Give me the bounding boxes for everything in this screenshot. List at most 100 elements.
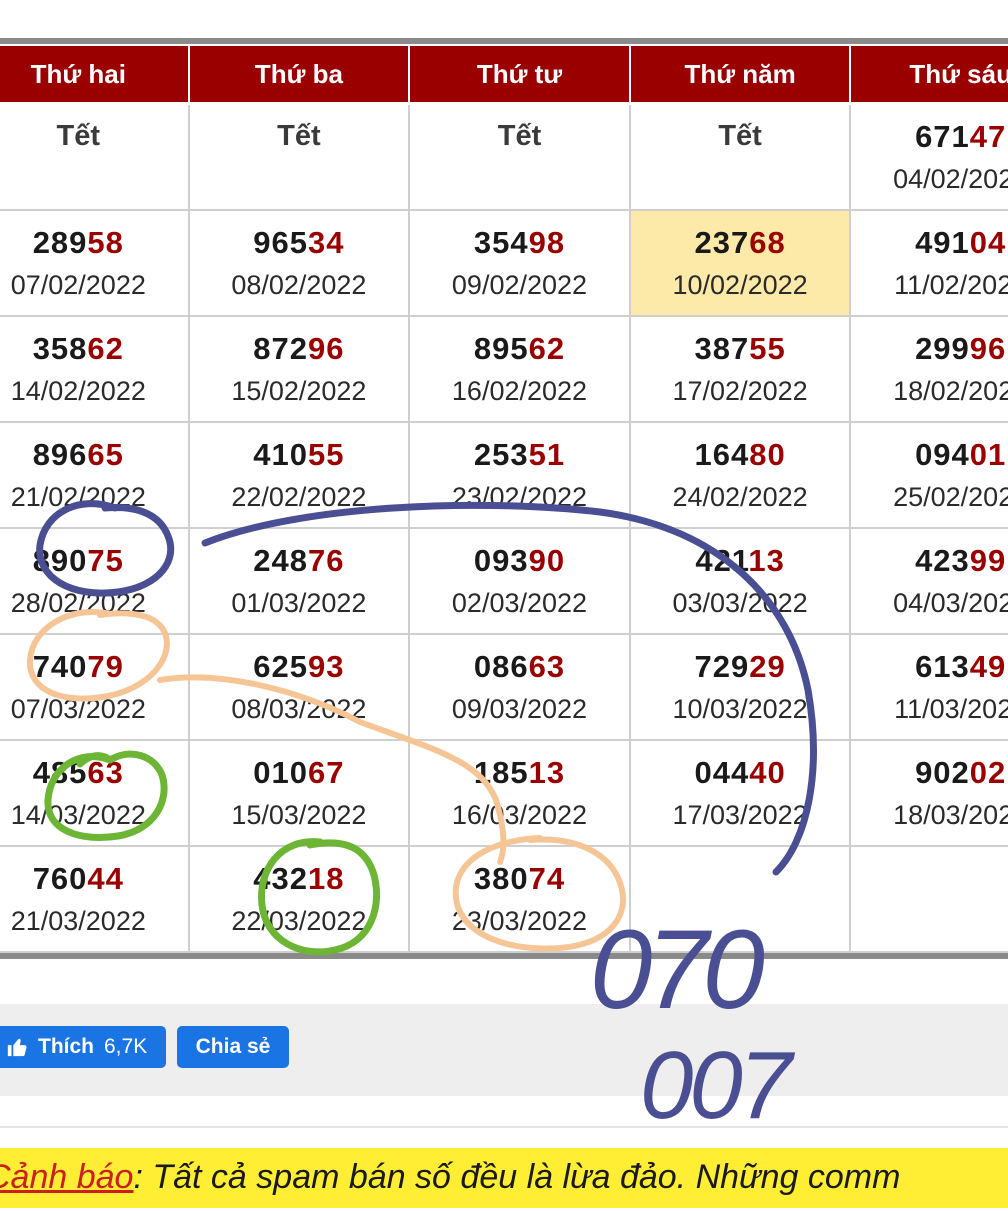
result-number-head: 671: [915, 119, 970, 154]
result-cell: 25351 23/02/2022: [408, 421, 631, 529]
result-date: 15/02/2022: [231, 376, 367, 406]
result-date: 04/02/2022: [893, 164, 1008, 194]
result-number: 87296: [190, 331, 409, 367]
results-table-container: Thứ hai Thứ ba Thứ tư Thứ năm Thứ sáu Tết Tết…: [0, 38, 1008, 959]
result-number: 76044: [0, 861, 188, 897]
result-number-head: 896: [32, 437, 88, 472]
warning-text: : Tất cả spam bán số đều là lừa đảo. Nhữ…: [133, 1158, 901, 1196]
result-cell: 72929 10/03/2022: [628, 633, 852, 741]
result-date: 04/03/2022: [893, 588, 1008, 618]
result-cell: 76044 21/03/2022: [0, 845, 190, 953]
result-cell: 67147 04/02/2022: [849, 102, 1008, 211]
result-number-head: 044: [694, 755, 750, 790]
column-header: Thứ sáu: [849, 44, 1008, 105]
result-date: 16/03/2022: [451, 800, 588, 830]
result-number-tail: 13: [748, 543, 785, 578]
result-number-tail: 62: [528, 331, 566, 366]
table-row: 76044 21/03/2022 43218 22/03/2022 38074 23/03…: [0, 845, 1008, 953]
result-cell: 96534 08/02/2022: [187, 209, 411, 317]
result-date: 11/02/2022: [894, 270, 1008, 300]
result-number-head: 625: [253, 649, 309, 684]
result-number: 28958: [0, 225, 188, 261]
result-number-head: 248: [253, 543, 309, 578]
results-table: Thứ hai Thứ ba Thứ tư Thứ năm Thứ sáu Tết Tết…: [0, 44, 1008, 953]
column-header: Thứ tư: [408, 44, 631, 105]
result-cell: [628, 845, 852, 953]
result-cell: 23768 10/02/2022: [628, 209, 852, 317]
result-number-head: 237: [694, 225, 750, 260]
result-date: 21/03/2022: [10, 906, 146, 936]
result-cell: Tết: [0, 102, 190, 211]
result-number-head: 410: [253, 437, 309, 472]
result-number: 61349: [851, 649, 1008, 685]
result-date: 22/02/2022: [231, 482, 367, 512]
result-cell: 35498 09/02/2022: [408, 209, 631, 317]
result-cell: [849, 845, 1008, 953]
result-number-head: 299: [915, 331, 970, 366]
result-date: 18/02/2022: [893, 376, 1008, 406]
result-cell: 42399 04/03/2022: [849, 527, 1008, 635]
column-header: Thứ ba: [187, 44, 411, 105]
result-number-tail: 65: [87, 437, 124, 472]
result-number: 09390: [410, 543, 629, 579]
result-number: 41055: [190, 437, 409, 473]
result-number-head: 890: [32, 543, 88, 578]
result-number: 48563: [0, 755, 188, 791]
result-number: 96534: [190, 225, 409, 261]
result-number-head: 164: [694, 437, 750, 472]
result-number: 90202: [851, 755, 1008, 791]
result-number-head: 421: [695, 543, 749, 578]
result-cell: 43218 22/03/2022: [187, 845, 411, 953]
result-number-head: 740: [32, 649, 88, 684]
result-cell: 24876 01/03/2022: [187, 527, 411, 635]
column-header: Thứ hai: [0, 44, 190, 105]
result-number-head: 093: [473, 543, 529, 578]
result-number-tail: 63: [528, 649, 566, 684]
result-cell: 90202 18/03/2022: [849, 739, 1008, 847]
result-number-head: 613: [915, 649, 970, 684]
result-cell: Tết: [408, 102, 631, 211]
result-date: 28/02/2022: [10, 588, 146, 618]
result-date: 07/02/2022: [10, 270, 146, 300]
result-cell: 62593 08/03/2022: [187, 633, 411, 741]
result-cell: Tết: [628, 102, 852, 211]
table-row: Tết Tết Tết Tết 67147 04/02/2022: [0, 102, 1008, 211]
result-number-tail: 04: [969, 225, 1007, 260]
like-button[interactable]: Thích 6,7K: [0, 1026, 166, 1068]
result-number-head: 432: [253, 861, 309, 896]
result-date: 23/02/2022: [451, 482, 588, 512]
result-cell: 29996 18/02/2022: [849, 315, 1008, 423]
share-button[interactable]: Chia sẻ: [177, 1026, 289, 1068]
result-number: 01067: [190, 755, 409, 791]
result-date: 01/03/2022: [231, 588, 367, 618]
result-number: 25351: [410, 437, 629, 473]
result-number-tail: 67: [308, 755, 345, 790]
result-number-head: 010: [253, 755, 309, 790]
result-date: 23/03/2022: [451, 906, 588, 936]
result-date: 17/03/2022: [672, 800, 808, 830]
result-number: 89075: [0, 543, 188, 579]
result-number-tail: 75: [87, 543, 124, 578]
result-number: 89665: [0, 437, 188, 473]
result-number-head: 289: [32, 225, 88, 260]
result-number-head: 185: [473, 755, 529, 790]
result-date: 09/03/2022: [451, 694, 588, 724]
result-number-tail: 93: [308, 649, 345, 684]
result-number-tail: 58: [87, 225, 124, 260]
result-cell: 08663 09/03/2022: [408, 633, 631, 741]
result-cell: 48563 14/03/2022: [0, 739, 190, 847]
divider: [0, 1126, 1008, 1128]
table-row: 28958 07/02/2022 96534 08/02/2022 35498 09/02…: [0, 209, 1008, 317]
result-number-head: 358: [32, 331, 88, 366]
table-row: 35862 14/02/2022 87296 15/02/2022 89562 16/02…: [0, 315, 1008, 423]
result-number-head: 485: [32, 755, 88, 790]
result-cell: 18513 16/03/2022: [408, 739, 631, 847]
result-date: 17/02/2022: [672, 376, 808, 406]
result-date: 09/02/2022: [451, 270, 588, 300]
result-number-head: 354: [473, 225, 529, 260]
result-date: 18/03/2022: [893, 800, 1008, 830]
result-number: 74079: [0, 649, 188, 685]
result-cell: 35862 14/02/2022: [0, 315, 190, 423]
result-number: 16480: [631, 437, 850, 473]
result-number: 62593: [190, 649, 409, 685]
